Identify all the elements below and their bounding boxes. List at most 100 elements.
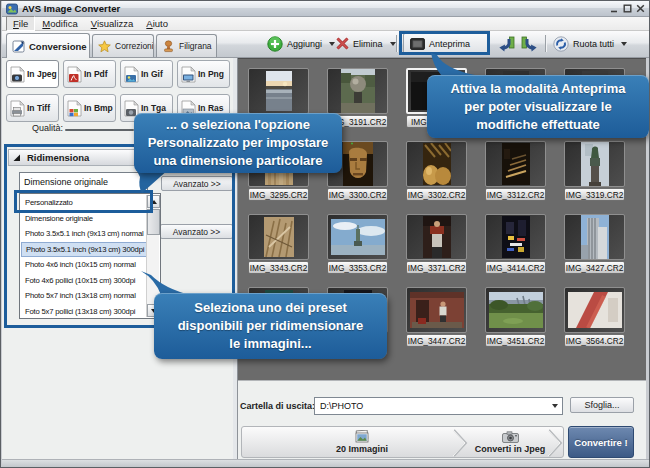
page-camera-icon: [10, 66, 25, 83]
tab-filigrana[interactable]: Filigrana: [156, 34, 217, 57]
rotate-left-button[interactable]: [497, 36, 515, 52]
format-button-gif[interactable]: In Gif: [120, 60, 173, 88]
preset-item-label: Photo 3.5x5.1 inch (9x13 cm) normal: [25, 229, 144, 238]
photo-skyscraper: [581, 215, 609, 259]
minimize-button[interactable]: [610, 4, 619, 13]
thumbnail-filename: IMG_3414.CR2: [485, 261, 546, 274]
photo-green-statue: [581, 142, 609, 186]
delete-dropdown-caret: [390, 42, 396, 46]
callout-line: Personalizzato per impostare: [134, 134, 342, 152]
advanced-button-2[interactable]: Avanzato >>: [160, 224, 233, 239]
preset-item[interactable]: Foto 5x7 pollici (13x18 cm) 300dpi: [21, 304, 149, 320]
browse-button[interactable]: Sfoglia...: [570, 397, 634, 413]
preset-item[interactable]: Foto 4x6 pollici (10x15 cm) 300dpi: [21, 273, 149, 289]
image-count-segment: 20 Immagini: [302, 427, 422, 457]
filename-text: IMG_3295.CR2: [250, 190, 308, 200]
toolbar-divider: [396, 35, 397, 52]
format-label: In Tga: [141, 103, 166, 113]
thumbnail-tile[interactable]: [564, 141, 625, 187]
photo-night-stairs: [502, 143, 530, 185]
thumbnail-tile[interactable]: [485, 214, 546, 260]
thumbnail-filename: IMG_3371.CR2: [406, 261, 467, 274]
thumbnail-tile[interactable]: [248, 214, 309, 260]
window-controls: [610, 4, 645, 13]
format-button-png[interactable]: In Png: [177, 60, 230, 88]
convert-button[interactable]: Convertire !: [568, 426, 634, 458]
format-label: In Tiff: [27, 103, 50, 113]
format-button-tiff[interactable]: In Tiff: [6, 94, 59, 122]
thumbnail-tile[interactable]: [406, 287, 467, 333]
quality-slider[interactable]: [65, 129, 134, 131]
rotate-right-button[interactable]: [521, 36, 539, 52]
preset-item-label: Dimensione originale: [25, 214, 93, 223]
preset-item[interactable]: Dimensione originale: [21, 211, 149, 227]
format-button-bmp[interactable]: In Bmp: [63, 94, 116, 122]
menu-visualizza[interactable]: Visualizza: [85, 17, 140, 30]
convert-button-label: Convertire !: [574, 437, 627, 448]
format-label: In Jpeg: [27, 69, 57, 79]
resize-preset-combobox[interactable]: Dimensione originale: [19, 172, 148, 191]
camera-icon: [502, 431, 519, 443]
callout-line: le immagini...: [154, 335, 387, 353]
preview-button[interactable]: Anteprima: [403, 33, 489, 54]
thumbnail-tile[interactable]: [564, 214, 625, 260]
preset-item-personalizzato[interactable]: Personalizzato: [21, 195, 149, 211]
thumbnail-tile[interactable]: [406, 214, 467, 260]
resize-header-label: Ridimensiona: [27, 152, 89, 163]
output-folder-caret: [552, 404, 558, 408]
thumbnail-tile[interactable]: [248, 68, 309, 114]
scroll-up-button[interactable]: [147, 195, 160, 208]
quality-label: Qualità:: [32, 123, 63, 133]
filename-text: IMG_3300.CR2: [329, 190, 387, 200]
scrollbar-thumb[interactable]: [147, 209, 160, 235]
filename-text: IMG_3343.CR2: [250, 263, 308, 273]
callout-line: modifiche effettuate: [427, 116, 649, 134]
output-folder-combobox[interactable]: D:\PHOTO: [314, 397, 563, 415]
thumbnail-filename: IMG_3447.CR2: [406, 334, 467, 347]
tab-correzioni[interactable]: Correzioni: [92, 34, 154, 57]
rotate-all-label: Ruota tutti: [573, 39, 614, 49]
menu-file[interactable]: File: [6, 16, 35, 31]
callout-line: disponibili per ridimensionare: [154, 317, 387, 335]
add-button-label: Aggiungi: [287, 39, 322, 49]
rotate-all-button[interactable]: Ruota tutti: [553, 36, 627, 52]
thumbnail-tile[interactable]: [406, 141, 467, 187]
format-button-jpeg[interactable]: In Jpeg: [6, 60, 59, 88]
thumbnail-filename: IMG_3427.CR2: [564, 261, 625, 274]
chevron-separator: [452, 429, 468, 457]
advanced-button-1[interactable]: Avanzato >>: [161, 176, 233, 191]
format-label: In Pdf: [84, 69, 108, 79]
filename-text: IMG_3312.CR2: [487, 190, 545, 200]
preset-item[interactable]: Photo 3.5x5.1 inch (9x13 cm) normal: [21, 226, 149, 242]
add-button[interactable]: Aggiungi: [267, 36, 335, 52]
callout-presets: Seleziona uno dei preset disponibili per…: [154, 293, 387, 359]
photo-gold-face: [343, 142, 373, 186]
preset-item[interactable]: Photo 4x6 inch (10x15 cm) normal: [21, 257, 149, 273]
page-gif-icon: [124, 66, 139, 83]
filename-text: IMG_3353.CR2: [329, 263, 387, 273]
delete-button[interactable]: Elimina: [336, 37, 396, 50]
menu-aiuto[interactable]: Aiuto: [140, 17, 174, 30]
format-label: In Gif: [141, 69, 163, 79]
tab-conversione[interactable]: Conversione: [6, 33, 90, 58]
menu-modifica[interactable]: Modifica: [36, 17, 83, 30]
thumbnail-tile[interactable]: [564, 287, 625, 333]
monitor-icon: [410, 38, 425, 50]
chevron-separator-2: [547, 429, 563, 457]
thumbnail-tile[interactable]: [327, 68, 388, 114]
format-button-pdf[interactable]: In Pdf: [63, 60, 116, 88]
filename-text: IMG_3564.CR2: [566, 336, 624, 346]
filename-text: IMG_3319.CR2: [566, 190, 624, 200]
format-label: In Ras: [198, 103, 224, 113]
preset-item[interactable]: Photo 5x7 inch (13x18 cm) normal: [21, 288, 149, 304]
close-button[interactable]: [636, 4, 645, 13]
thumbnail-tile[interactable]: [485, 141, 546, 187]
toolbar-divider-2: [545, 35, 546, 52]
filename-text: IMG_3414.CR2: [487, 263, 545, 273]
maximize-button[interactable]: [623, 4, 632, 13]
thumbnail-tile[interactable]: [327, 214, 388, 260]
thumbnail-tile[interactable]: [485, 287, 546, 333]
photo-statue-of-liberty: [331, 219, 385, 255]
preset-item-selected[interactable]: Photo 3.5x5.1 inch (9x13 cm) 300dpi: [21, 242, 149, 258]
thumbnail-filename: IMG_3353.CR2: [327, 261, 388, 274]
